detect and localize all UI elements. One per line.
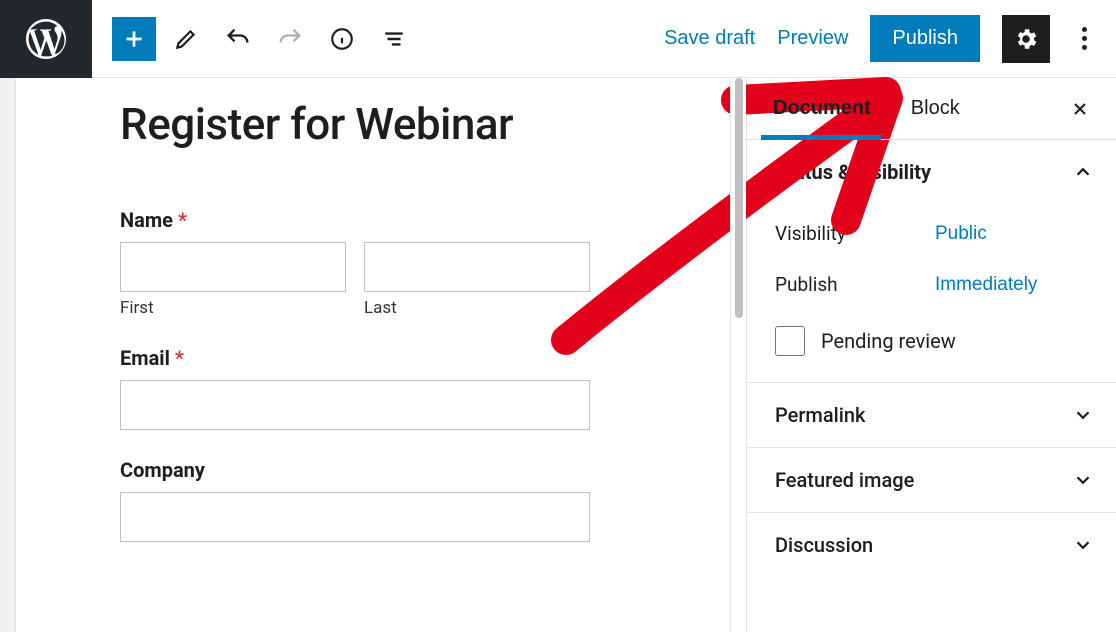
save-draft-button[interactable]: Save draft — [664, 27, 755, 50]
publish-button[interactable]: Publish — [870, 15, 980, 62]
chevron-down-icon — [1072, 534, 1094, 556]
redo-button[interactable] — [268, 17, 312, 61]
pending-review-checkbox[interactable] — [775, 326, 805, 356]
wordpress-logo[interactable] — [0, 0, 92, 78]
panel-status-head[interactable]: Status & visibility — [747, 140, 1116, 204]
permalink-title: Permalink — [775, 403, 865, 427]
editor-canvas[interactable]: Register for Webinar Name * First Last — [16, 78, 730, 632]
redo-icon — [276, 25, 304, 53]
required-mark: * — [178, 208, 187, 232]
chevron-up-icon — [1072, 161, 1094, 183]
edit-mode-button[interactable] — [164, 17, 208, 61]
field-email: Email * — [120, 346, 590, 430]
settings-button[interactable] — [1002, 15, 1050, 63]
sidebar-tabs: Document Block — [747, 78, 1116, 140]
publish-value[interactable]: Immediately — [935, 274, 1037, 296]
page-title[interactable]: Register for Webinar — [120, 98, 730, 150]
undo-icon — [224, 25, 252, 53]
toolbar-left-group — [92, 17, 416, 61]
info-icon — [329, 26, 355, 52]
list-icon — [381, 26, 407, 52]
close-sidebar-button[interactable] — [1064, 93, 1096, 125]
company-label: Company — [120, 458, 590, 482]
panel-status-title: Status & visibility — [775, 160, 931, 184]
row-publish: Publish Immediately — [775, 259, 1094, 310]
name-label-text: Name — [120, 208, 173, 232]
publish-label: Publish — [775, 273, 935, 296]
tab-document[interactable]: Document — [765, 78, 879, 139]
featured-title: Featured image — [775, 468, 914, 492]
gear-icon — [1013, 26, 1039, 52]
panel-featured-image: Featured image — [747, 448, 1116, 513]
editor-body: Register for Webinar Name * First Last — [0, 78, 1116, 632]
email-input[interactable] — [120, 380, 590, 430]
email-label-text: Email — [120, 346, 170, 370]
preview-button[interactable]: Preview — [777, 27, 848, 50]
active-tab-indicator — [761, 135, 881, 140]
first-sublabel: First — [120, 298, 346, 318]
required-mark: * — [175, 346, 184, 370]
row-pending-review: Pending review — [775, 310, 1094, 356]
scroll-thumb[interactable] — [735, 78, 743, 318]
name-label: Name * — [120, 208, 590, 232]
panel-status-visibility: Status & visibility Visibility Public Pu… — [747, 140, 1116, 383]
last-sublabel: Last — [364, 298, 590, 318]
panel-featured-head[interactable]: Featured image — [747, 448, 1116, 512]
left-gutter — [0, 78, 16, 632]
field-name: Name * First Last — [120, 208, 590, 318]
form-block: Name * First Last Email * — [120, 208, 590, 542]
chevron-down-icon — [1072, 469, 1094, 491]
panel-discussion: Discussion — [747, 513, 1116, 577]
add-block-button[interactable] — [112, 17, 156, 61]
info-button[interactable] — [320, 17, 364, 61]
panel-permalink-head[interactable]: Permalink — [747, 383, 1116, 447]
editor-top-toolbar: Save draft Preview Publish — [0, 0, 1116, 78]
more-vertical-icon — [1072, 27, 1096, 50]
first-name-input[interactable] — [120, 242, 346, 292]
email-label: Email * — [120, 346, 590, 370]
pending-review-label: Pending review — [821, 329, 956, 353]
toolbar-right-group: Save draft Preview Publish — [664, 15, 1116, 63]
undo-button[interactable] — [216, 17, 260, 61]
scrollbar[interactable] — [730, 78, 746, 632]
field-company: Company — [120, 458, 590, 542]
discussion-title: Discussion — [775, 533, 873, 557]
panel-status-body: Visibility Public Publish Immediately Pe… — [747, 204, 1116, 382]
settings-sidebar: Document Block Status & visibility Visib… — [746, 78, 1116, 632]
plus-icon — [121, 26, 147, 52]
row-visibility: Visibility Public — [775, 208, 1094, 259]
close-icon — [1070, 99, 1090, 119]
company-input[interactable] — [120, 492, 590, 542]
visibility-label: Visibility — [775, 222, 935, 245]
outline-button[interactable] — [372, 17, 416, 61]
more-options-button[interactable] — [1072, 17, 1096, 61]
tab-block[interactable]: Block — [903, 78, 968, 139]
chevron-down-icon — [1072, 404, 1094, 426]
panel-permalink: Permalink — [747, 383, 1116, 448]
last-name-input[interactable] — [364, 242, 590, 292]
pencil-icon — [173, 26, 199, 52]
panel-discussion-head[interactable]: Discussion — [747, 513, 1116, 577]
visibility-value[interactable]: Public — [935, 223, 987, 245]
